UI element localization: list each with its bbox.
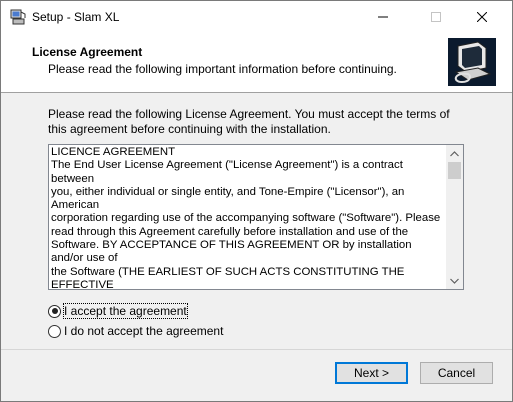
scroll-thumb[interactable]	[448, 162, 461, 179]
accept-radio[interactable]	[48, 304, 61, 318]
accept-label[interactable]: I accept the agreement	[63, 303, 188, 319]
setup-app-icon	[10, 9, 26, 25]
footer-divider	[1, 349, 512, 350]
scroll-down-button[interactable]	[446, 272, 463, 289]
minimize-icon	[378, 16, 388, 17]
wizard-header: License Agreement Please read the follow…	[1, 32, 512, 93]
maximize-icon	[431, 11, 441, 22]
decline-option[interactable]: I do not accept the agreement	[48, 323, 223, 339]
accept-option[interactable]: I accept the agreement	[48, 303, 188, 319]
installer-computer-icon	[448, 38, 496, 86]
intro-text: Please read the following License Agreem…	[48, 107, 450, 136]
page-title: License Agreement	[32, 45, 143, 59]
page-subtitle: Please read the following important info…	[48, 62, 397, 76]
decline-label[interactable]: I do not accept the agreement	[64, 324, 223, 338]
close-button[interactable]	[459, 1, 505, 32]
close-icon	[477, 11, 487, 22]
title-bar[interactable]: Setup - Slam XL	[1, 1, 512, 32]
license-text-area[interactable]: LICENCE AGREEMENT The End User License A…	[48, 144, 464, 290]
setup-window: Setup - Slam XL License Agreement Please…	[0, 0, 513, 402]
window-title: Setup - Slam XL	[32, 10, 120, 24]
vertical-scrollbar[interactable]	[446, 145, 463, 289]
chevron-up-icon	[450, 150, 459, 156]
cancel-button[interactable]: Cancel	[420, 362, 493, 384]
next-button[interactable]: Next >	[335, 362, 408, 384]
license-text: LICENCE AGREEMENT The End User License A…	[51, 146, 441, 290]
minimize-button[interactable]	[360, 1, 406, 32]
scroll-up-button[interactable]	[446, 145, 463, 162]
maximize-button[interactable]	[413, 1, 459, 32]
decline-radio[interactable]	[48, 324, 61, 338]
chevron-down-icon	[450, 278, 459, 284]
